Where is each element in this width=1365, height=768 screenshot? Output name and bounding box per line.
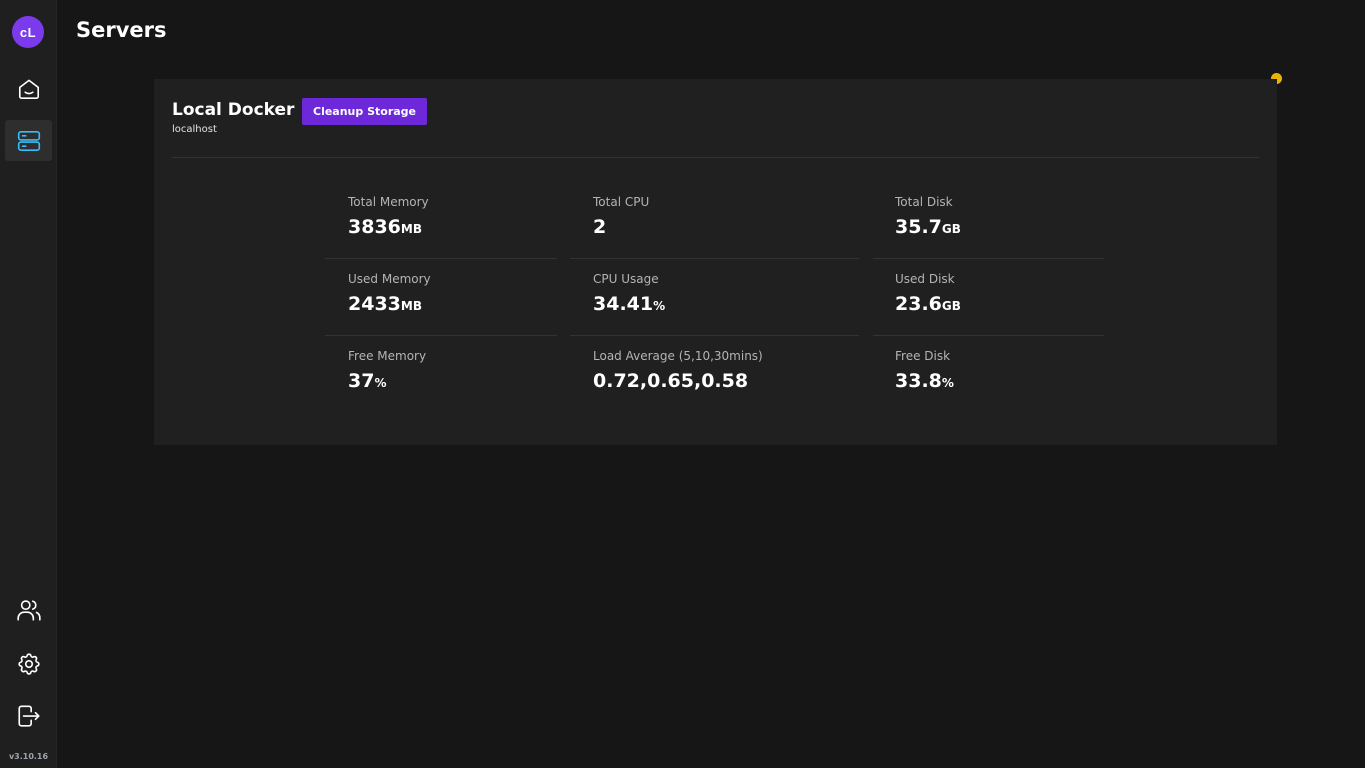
memory-stats: Total Memory 3836MB Used Memory 2433MB F… xyxy=(325,182,557,413)
stat-unit: MB xyxy=(400,222,422,236)
stat-unit: % xyxy=(653,299,666,313)
home-icon xyxy=(18,79,39,99)
stat-number: 2 xyxy=(593,216,607,238)
stat-value: 33.8% xyxy=(895,370,954,392)
stat-number: 3836 xyxy=(348,216,401,238)
stat-value: 37% xyxy=(348,370,386,392)
stat-total-memory: Total Memory 3836MB xyxy=(325,182,557,259)
sidebar-item-users[interactable] xyxy=(5,589,52,630)
stat-label: Used Memory xyxy=(348,272,431,286)
stat-label: Used Disk xyxy=(895,272,955,286)
sidebar-item-logout[interactable] xyxy=(5,695,52,736)
server-icon xyxy=(17,130,40,151)
stat-value: 0.72,0.65,0.58 xyxy=(593,370,748,392)
stat-total-cpu: Total CPU 2 xyxy=(570,182,859,259)
stat-unit: GB xyxy=(941,299,961,313)
stat-used-memory: Used Memory 2433MB xyxy=(325,259,557,336)
app-logo[interactable]: cL xyxy=(12,16,44,48)
stat-unit: % xyxy=(941,376,954,390)
cpu-stats: Total CPU 2 CPU Usage 34.41% Load Averag… xyxy=(570,182,859,413)
stat-number: 33.8 xyxy=(895,370,942,392)
stat-number: 35.7 xyxy=(895,216,942,238)
stat-label: Total CPU xyxy=(593,195,650,209)
stat-unit: % xyxy=(374,376,387,390)
stat-number: 2433 xyxy=(348,293,401,315)
stat-value: 34.41% xyxy=(593,293,665,315)
app-version: v3.10.16 xyxy=(8,752,49,761)
stat-load-average: Load Average (5,10,30mins) 0.72,0.65,0.5… xyxy=(570,336,859,413)
stat-total-disk: Total Disk 35.7GB xyxy=(873,182,1104,259)
disk-stats: Total Disk 35.7GB Used Disk 23.6GB Free … xyxy=(873,182,1104,413)
stat-value: 2 xyxy=(593,216,606,238)
stat-value: 35.7GB xyxy=(895,216,961,238)
stat-value: 3836MB xyxy=(348,216,422,238)
stat-unit: MB xyxy=(400,299,422,313)
stat-number: 23.6 xyxy=(895,293,942,315)
stat-label: CPU Usage xyxy=(593,272,659,286)
sidebar-item-home[interactable] xyxy=(5,68,52,109)
stat-number: 0.72,0.65,0.58 xyxy=(593,370,749,392)
stat-number: 37 xyxy=(348,370,375,392)
stat-label: Total Disk xyxy=(895,195,953,209)
stat-free-disk: Free Disk 33.8% xyxy=(873,336,1104,413)
server-host: localhost xyxy=(172,124,217,135)
divider xyxy=(172,157,1259,158)
stat-value: 2433MB xyxy=(348,293,422,315)
stat-unit: GB xyxy=(941,222,961,236)
stat-free-memory: Free Memory 37% xyxy=(325,336,557,413)
users-icon xyxy=(16,599,41,621)
gear-icon xyxy=(17,652,40,675)
stat-cpu-usage: CPU Usage 34.41% xyxy=(570,259,859,336)
stat-used-disk: Used Disk 23.6GB xyxy=(873,259,1104,336)
sidebar-item-servers[interactable] xyxy=(5,120,52,161)
stat-label: Free Memory xyxy=(348,349,427,363)
server-name: Local Docker xyxy=(172,100,295,120)
stat-label: Total Memory xyxy=(348,195,429,209)
stat-label: Free Disk xyxy=(895,349,951,363)
stat-label: Load Average (5,10,30mins) xyxy=(593,349,763,363)
page-title: Servers xyxy=(76,18,167,42)
cleanup-storage-button[interactable]: Cleanup Storage xyxy=(302,98,428,125)
server-card: Local Docker localhost Cleanup Storage T… xyxy=(154,79,1277,445)
sidebar: cL v3.10.16 xyxy=(0,0,57,768)
stat-value: 23.6GB xyxy=(895,293,961,315)
sidebar-item-settings[interactable] xyxy=(5,643,52,684)
stat-number: 34.41 xyxy=(593,293,654,315)
logout-icon xyxy=(17,704,40,727)
